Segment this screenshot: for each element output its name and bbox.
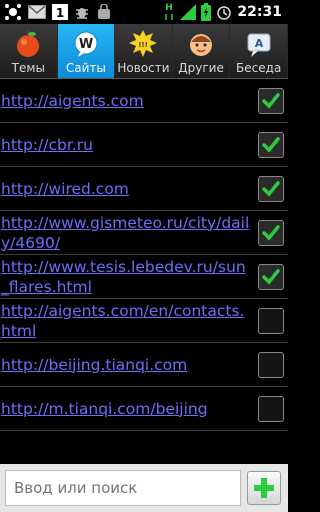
tab-label: Беседа	[236, 61, 282, 75]
site-checkbox[interactable]	[258, 131, 284, 158]
h-network-icon: H	[163, 0, 175, 24]
site-checkbox[interactable]	[258, 307, 284, 334]
site-link[interactable]: http://www.gismeteo.ru/city/daily/4690/	[0, 213, 252, 253]
input-bar	[0, 464, 288, 512]
web-bubble-icon: W	[71, 29, 101, 59]
list-item: http://aigents.com	[0, 79, 288, 123]
svg-text:1: 1	[56, 6, 64, 20]
checkmark-icon	[262, 92, 280, 109]
checkmark-icon	[262, 180, 280, 197]
news-burst-icon: !!!	[128, 29, 158, 59]
add-button[interactable]	[247, 471, 281, 505]
chat-bubble-icon: A	[244, 29, 274, 59]
list-item: http://beijing.tianqi.com	[0, 343, 288, 387]
site-checkbox[interactable]	[258, 219, 284, 246]
list-item: http://m.tianqi.com/beijing	[0, 387, 288, 431]
calendar-icon: 1	[52, 0, 68, 24]
tab-label: Новости	[117, 61, 170, 75]
site-link[interactable]: http://m.tianqi.com/beijing	[0, 399, 252, 419]
signal-icon	[180, 0, 197, 24]
svg-text:W: W	[79, 37, 93, 52]
status-bar: 1 H 22:31	[0, 0, 288, 24]
tab-sites[interactable]: W Сайты	[57, 24, 116, 78]
site-checkbox[interactable]	[258, 87, 284, 114]
battery-icon	[201, 0, 212, 24]
site-link[interactable]: http://beijing.tianqi.com	[0, 355, 252, 375]
tab-label: Сайты	[65, 61, 106, 75]
tab-topics[interactable]: Темы	[0, 24, 58, 78]
site-list: http://aigents.com http://cbr.ru http://…	[0, 79, 288, 431]
apple-icon	[13, 29, 43, 59]
status-time: 22:31	[237, 4, 282, 20]
list-item: http://aigents.com/en/contacts.html	[0, 299, 288, 343]
site-link[interactable]: http://cbr.ru	[0, 135, 252, 155]
bug-icon	[74, 0, 90, 24]
site-checkbox[interactable]	[258, 175, 284, 202]
svg-text:A: A	[254, 37, 263, 50]
site-link[interactable]: http://aigents.com	[0, 91, 252, 111]
site-link[interactable]: http://aigents.com/en/contacts.html	[0, 301, 252, 341]
tab-news[interactable]: !!! Новости	[115, 24, 173, 78]
list-item: http://wired.com	[0, 167, 288, 211]
search-input[interactable]	[5, 470, 241, 506]
site-link[interactable]: http://www.tesis.lebedev.ru/sun_flares.h…	[0, 257, 252, 297]
svg-text:H: H	[166, 3, 174, 13]
svg-text:!!!: !!!	[139, 41, 149, 49]
alarm-icon	[216, 0, 232, 24]
checkmark-icon	[262, 268, 280, 285]
site-checkbox[interactable]	[258, 395, 284, 422]
list-item: http://www.tesis.lebedev.ru/sun_flares.h…	[0, 255, 288, 299]
site-link[interactable]: http://wired.com	[0, 179, 252, 199]
tab-label: Другие	[178, 61, 224, 75]
tab-others[interactable]: Другие	[173, 24, 231, 78]
list-item: http://www.gismeteo.ru/city/daily/4690/	[0, 211, 288, 255]
list-item: http://cbr.ru	[0, 123, 288, 167]
tab-chat[interactable]: A Беседа	[230, 24, 288, 78]
site-checkbox[interactable]	[258, 351, 284, 378]
checkmark-icon	[262, 136, 280, 153]
tab-bar: Темы W Сайты !!! Новости Другие A Беседа	[0, 24, 288, 79]
mail-icon	[28, 0, 46, 24]
plus-icon	[254, 478, 274, 498]
checkmark-icon	[262, 224, 280, 241]
bag-icon	[96, 0, 112, 24]
tab-label: Темы	[11, 61, 45, 75]
app-notification-icon	[4, 0, 22, 24]
site-checkbox[interactable]	[258, 263, 284, 290]
smiley-face-icon	[186, 29, 216, 59]
